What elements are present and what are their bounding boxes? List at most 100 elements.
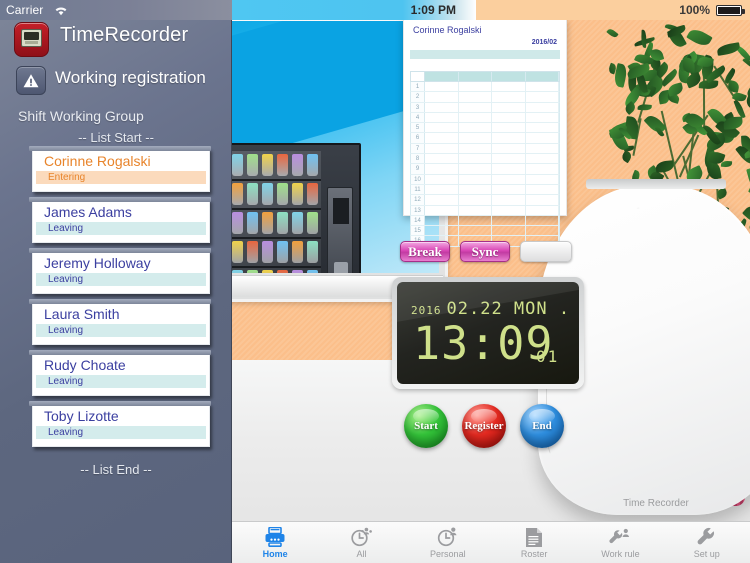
tab-set-up[interactable]: Set up <box>664 522 750 563</box>
timecard-cell <box>459 205 492 215</box>
tab-personal[interactable]: Personal <box>405 522 491 563</box>
timecard-cell <box>492 226 526 236</box>
timecard-cell <box>492 215 526 226</box>
timecard-header-cell <box>526 72 559 81</box>
timecard-row: 8 <box>410 154 560 165</box>
timecard-cell <box>526 123 559 133</box>
vending-bottle <box>307 212 318 234</box>
list-item[interactable]: Rudy Choate Leaving <box>29 350 211 396</box>
vending-bottle <box>232 154 243 176</box>
vending-bottle <box>277 212 288 234</box>
break-button[interactable]: Break <box>400 241 450 262</box>
blank-button[interactable] <box>520 241 572 262</box>
timecard-cell <box>459 112 492 123</box>
timecard-cell <box>425 112 459 123</box>
list-end-label: -- List End -- <box>80 462 152 477</box>
list-item[interactable]: James Adams Leaving <box>29 197 211 243</box>
card-slot <box>586 179 726 189</box>
vending-bottle <box>262 270 273 273</box>
timecard-cell <box>459 102 492 112</box>
timecard-cell <box>492 82 526 92</box>
shift-group-label: Shift Working Group <box>18 108 144 124</box>
end-button[interactable]: End <box>520 404 564 448</box>
tab-roster[interactable]: Roster <box>491 522 577 563</box>
lcd-seconds: 01 <box>536 347 560 366</box>
vending-shelf <box>232 238 321 268</box>
timecard-employee-name: Corinne Rogalski <box>413 25 482 35</box>
timecard-header-cell <box>425 72 459 81</box>
vending-bottle <box>262 241 273 263</box>
vending-bottle <box>232 270 243 273</box>
tab-home[interactable]: Home <box>232 522 318 563</box>
status-bar: Carrier 1:09 PM 100% <box>0 0 750 20</box>
vending-bottle <box>307 270 318 273</box>
device-action-buttons: Start Register End <box>404 404 564 452</box>
list-item-body: Toby Lizotte Leaving <box>36 406 206 444</box>
list-item[interactable]: Corinne Rogalski Entering <box>29 146 211 192</box>
timecard-cell <box>459 184 492 195</box>
app-root: Time Recorder Corinne Rogalski 2016/02 1… <box>0 0 750 563</box>
tab-label: Personal <box>430 549 466 559</box>
timecard-row-index: 3 <box>411 102 425 112</box>
list-item-status: Entering <box>48 172 86 183</box>
timecard-month: 2016/02 <box>531 39 557 46</box>
timecard-row-index: 9 <box>411 164 425 174</box>
timecard-cell <box>526 92 559 102</box>
list-item-name: Corinne Rogalski <box>44 153 151 169</box>
timecard-cell <box>492 154 526 164</box>
wrench-icon <box>664 526 750 548</box>
list-item-status: Leaving <box>48 223 84 234</box>
list-item[interactable]: Laura Smith Leaving <box>29 299 211 345</box>
warning-triangle-icon[interactable] <box>16 66 46 95</box>
document-icon <box>491 526 577 548</box>
timecard-cell <box>526 164 559 174</box>
list-item-body: Laura Smith Leaving <box>36 304 206 342</box>
tab-work-rule[interactable]: Work rule <box>577 522 663 563</box>
list-item[interactable]: Toby Lizotte Leaving <box>29 401 211 447</box>
list-item-name: Jeremy Holloway <box>44 255 151 271</box>
list-item-name: Rudy Choate <box>44 357 126 373</box>
register-button[interactable]: Register <box>462 404 506 448</box>
employee-list: Corinne Rogalski Entering James Adams Leavi… <box>0 146 232 454</box>
timecard-cell <box>492 123 526 133</box>
clock-group-icon <box>318 526 404 548</box>
start-button[interactable]: Start <box>404 404 448 448</box>
vending-bottle <box>232 212 243 234</box>
list-item[interactable]: Jeremy Holloway Leaving <box>29 248 211 294</box>
tab-label: Work rule <box>601 549 640 559</box>
timecard-grid: 12345678910111213141516 <box>410 71 560 247</box>
plant-leaf <box>666 82 685 98</box>
list-item-body: Rudy Choate Leaving <box>36 355 206 393</box>
battery-percent: 100% <box>679 3 710 17</box>
vending-machine-panel <box>327 187 353 273</box>
app-icon-screen <box>21 29 42 47</box>
vending-bottle <box>292 241 303 263</box>
timecard-header-cell <box>459 72 492 81</box>
vending-shelf <box>232 180 321 210</box>
lcd-display: 2016 02.22 MON . 13:09 01 <box>392 277 584 389</box>
battery-icon <box>716 5 745 16</box>
timecard-cell <box>425 82 459 92</box>
timecard-cell <box>526 205 559 215</box>
tab-label: Home <box>262 549 288 559</box>
timecard-cell <box>459 133 492 143</box>
sidebar: TimeRecorder Working registration Shift … <box>0 0 232 563</box>
timecard-cell <box>492 205 526 215</box>
timecard-row-index: 15 <box>411 226 425 236</box>
tab-all[interactable]: All <box>318 522 404 563</box>
timecard-cell <box>492 143 526 154</box>
timecard-cell <box>526 154 559 164</box>
vending-machine-icon <box>232 143 361 273</box>
timecard-row: 13 <box>410 205 560 216</box>
timecard-cell <box>425 174 459 184</box>
timecard-cell <box>526 195 559 205</box>
list-item-body: Corinne Rogalski Entering <box>36 151 206 189</box>
timecard-row: 7 <box>410 143 560 155</box>
plant-leaf <box>655 160 675 173</box>
vending-bottle <box>292 212 303 234</box>
timecard-cell <box>425 154 459 164</box>
vending-shelf <box>232 151 321 181</box>
timecard-cell <box>526 215 559 226</box>
sync-button[interactable]: Sync <box>460 241 510 262</box>
timecard-paper[interactable]: Corinne Rogalski 2016/02 1 2 3 4 5 6 7 8 9 10 11 12… <box>403 18 567 247</box>
